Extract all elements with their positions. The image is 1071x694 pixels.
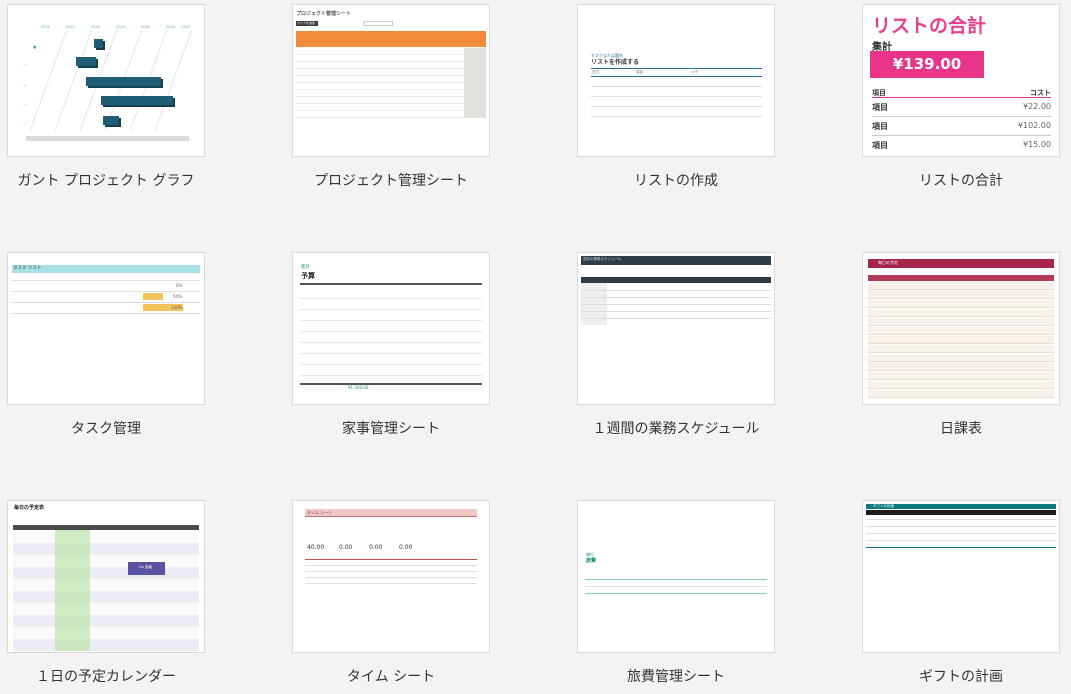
thumb-title: 毎日の予定 — [878, 260, 898, 265]
gantt-milestone — [94, 39, 103, 48]
template-tile-timesheet[interactable]: タイム シート 40.00 0.00 0.00 0.00 タイム シート — [292, 500, 490, 685]
template-caption[interactable]: タスク管理 — [0, 418, 235, 438]
template-caption[interactable]: 日課表 — [832, 418, 1071, 438]
thumbnail-task[interactable]: タスク リスト 0% 50% 100% — [7, 252, 205, 405]
template-tile-list-make[interactable]: タスクまたは題名 リストを作成する 日付 項目 メモ リストの作成 — [577, 4, 775, 189]
thumbnail-list-sum[interactable]: リストの合計 集計 ¥139.00 項目 コスト 項目 ¥22.00 項目 ¥1… — [862, 4, 1060, 157]
thumbnail-daily[interactable]: 毎日の予定 — [862, 252, 1060, 405]
thumb-col-item: 項目 — [872, 89, 886, 97]
template-tile-daily[interactable]: 毎日の予定 日課表 — [862, 252, 1060, 437]
thumbnail-timesheet[interactable]: タイム シート 40.00 0.00 0.00 0.00 — [292, 500, 490, 653]
template-tile-chores[interactable]: 家計 予算 ¥1,500.00 家事管理シート — [292, 252, 490, 437]
gantt-task-bar — [101, 96, 173, 105]
thumb-title: 毎日の予定表 — [14, 505, 45, 511]
thumb-title: 予算 — [301, 272, 315, 280]
thumbnail-travel[interactable]: 旅行 旅費 — [577, 500, 775, 653]
thumb-title: ギフトの計画 — [873, 503, 894, 508]
thumbnail-weekly[interactable]: 週次の業務スケジュール — [577, 252, 775, 405]
gantt-task-bar — [76, 57, 96, 66]
thumb-pct: 50% — [173, 294, 182, 299]
thumb-cost: ¥15.00 — [1023, 140, 1051, 149]
template-caption[interactable]: 旅費管理シート — [547, 666, 805, 686]
thumb-label: 家計 — [301, 265, 310, 270]
thumb-button: タスクを追加 — [297, 21, 316, 25]
thumbnail-chores[interactable]: 家計 予算 ¥1,500.00 — [292, 252, 490, 405]
template-caption[interactable]: 家事管理シート — [262, 418, 520, 438]
thumb-value: 0.00 — [399, 544, 413, 551]
thumb-pct: 100% — [171, 305, 183, 310]
thumb-label: 旅行 — [586, 552, 594, 557]
template-caption[interactable]: プロジェクト管理シート — [262, 170, 520, 190]
gantt-task-bar — [103, 116, 119, 125]
thumb-title: タイム シート — [307, 510, 333, 515]
thumb-col: 項目 — [636, 70, 643, 74]
template-tile-project[interactable]: プロジェクト管理シート タスクを追加 プロジェクト管理シート — [292, 4, 490, 189]
template-tile-list-sum[interactable]: リストの合計 集計 ¥139.00 項目 コスト 項目 ¥22.00 項目 ¥1… — [862, 4, 1060, 189]
thumb-item: 項目 — [872, 141, 888, 150]
thumb-title: タスク リスト — [13, 266, 42, 271]
thumb-value: 40.00 — [307, 544, 325, 551]
thumb-item: 項目 — [872, 122, 888, 131]
thumb-value: 0.00 — [339, 544, 353, 551]
thumbnail-project[interactable]: プロジェクト管理シート タスクを追加 — [292, 4, 490, 157]
thumb-cost: ¥22.00 — [1023, 102, 1051, 111]
thumbnail-gantt[interactable]: 2020 2020 2020 2020 2020 2020 2020 ■ — — — … — [7, 4, 205, 157]
thumb-title: リストの合計 — [872, 15, 987, 37]
thumb-title: プロジェクト管理シート — [296, 11, 352, 17]
thumb-title: 週次の業務スケジュール — [583, 257, 622, 261]
thumb-title: リストを作成する — [591, 59, 640, 66]
thumb-item: 項目 — [872, 103, 888, 112]
thumb-subtitle: タスクまたは題名 — [591, 53, 623, 58]
thumb-col: 日付 — [592, 70, 599, 74]
thumb-event: Go 会議 — [139, 565, 152, 569]
template-tile-planner[interactable]: 毎日の予定表 Go 会議 １日の予定カレンダー — [7, 500, 205, 685]
template-tile-gantt[interactable]: 2020 2020 2020 2020 2020 2020 2020 ■ — — — … — [7, 4, 205, 189]
thumb-total: ¥1,500.00 — [348, 385, 369, 390]
template-caption[interactable]: ガント プロジェクト グラフ — [0, 170, 235, 190]
gantt-task-bar — [86, 77, 161, 86]
thumbnail-list-make[interactable]: タスクまたは題名 リストを作成する 日付 項目 メモ — [577, 4, 775, 157]
template-caption[interactable]: タイム シート — [262, 666, 520, 686]
thumb-value: 0.00 — [369, 544, 383, 551]
template-caption[interactable]: １日の予定カレンダー — [0, 666, 235, 686]
thumbnail-gift[interactable]: ギフトの計画 — [862, 500, 1060, 653]
template-caption[interactable]: リストの作成 — [547, 170, 805, 190]
thumb-col: メモ — [691, 70, 698, 74]
thumb-pct: 0% — [176, 283, 183, 288]
template-caption[interactable]: １週間の業務スケジュール — [547, 418, 805, 438]
template-caption[interactable]: リストの合計 — [832, 170, 1071, 190]
template-caption[interactable]: ギフトの計画 — [832, 666, 1071, 686]
thumbnail-planner[interactable]: 毎日の予定表 Go 会議 — [7, 500, 205, 653]
template-tile-weekly[interactable]: 週次の業務スケジュール １週間の業務スケジュール — [577, 252, 775, 437]
template-tile-travel[interactable]: 旅行 旅費 旅費管理シート — [577, 500, 775, 685]
thumb-title: 旅費 — [586, 558, 597, 564]
template-tile-task[interactable]: タスク リスト 0% 50% 100% タスク管理 — [7, 252, 205, 437]
template-tile-gift[interactable]: ギフトの計画 ギフトの計画 — [862, 500, 1060, 685]
thumb-cost: ¥102.00 — [1017, 121, 1051, 130]
thumb-total: ¥139.00 — [870, 51, 984, 78]
